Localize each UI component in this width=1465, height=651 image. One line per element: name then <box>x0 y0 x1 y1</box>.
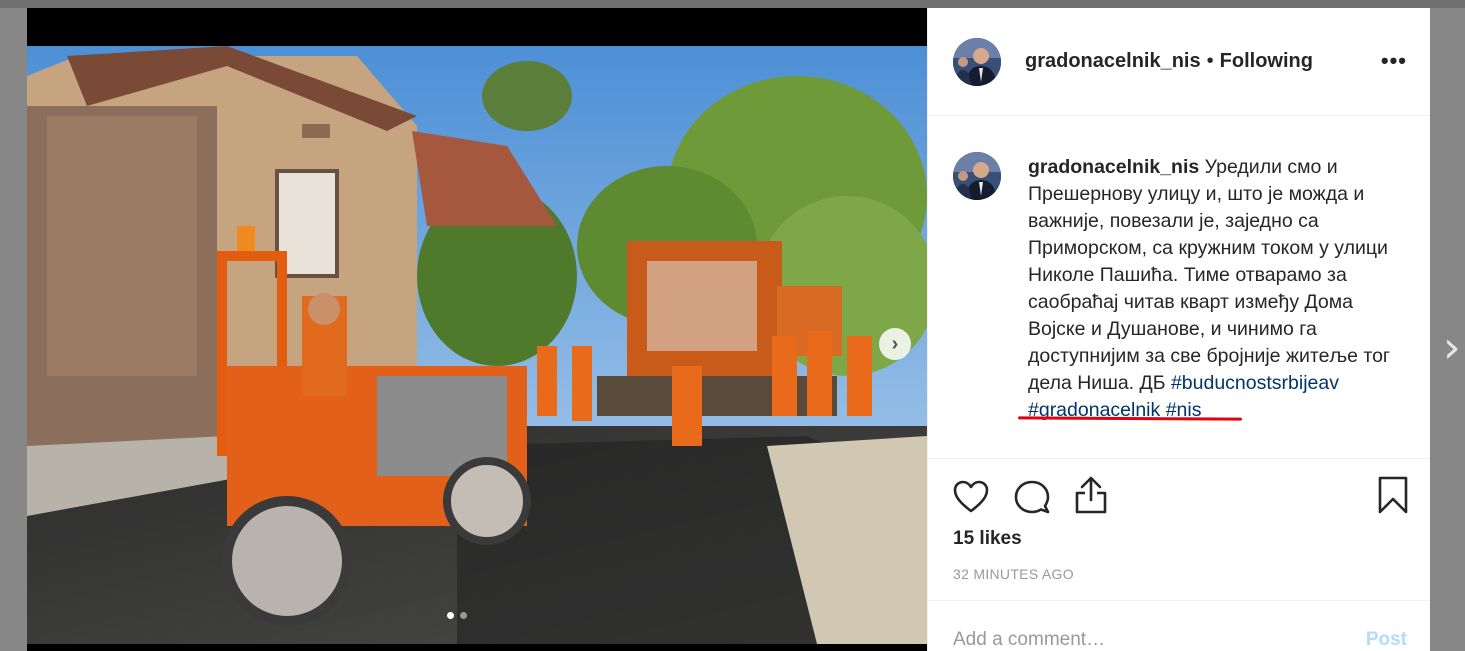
actions-divider <box>928 458 1430 459</box>
carousel-dot <box>460 612 467 619</box>
avatar-image <box>953 152 1001 200</box>
following-button[interactable]: Following <box>1220 50 1313 73</box>
chevron-right-icon: › <box>891 332 899 355</box>
post-side-panel: gradonacelnik_nis • Following ••• gradon… <box>927 8 1430 651</box>
comment-input[interactable] <box>953 629 1333 651</box>
carousel-dot-active <box>447 612 454 619</box>
caption-avatar[interactable] <box>953 152 1001 200</box>
next-post-arrow[interactable]: › <box>1443 322 1461 373</box>
caption-body: Уредили смо и Прешернову улицу и, што је… <box>1028 156 1391 394</box>
backdrop-strip <box>0 0 1465 8</box>
more-options-icon[interactable]: ••• <box>1381 48 1407 74</box>
post-header: gradonacelnik_nis • Following ••• <box>928 8 1430 116</box>
chevron-right-icon: › <box>1443 322 1461 373</box>
caption-username[interactable]: gradonacelnik_nis <box>1028 156 1199 178</box>
avatar-image <box>953 37 1001 86</box>
heart-icon[interactable] <box>953 480 989 514</box>
post-username[interactable]: gradonacelnik_nis <box>1025 50 1201 73</box>
share-icon[interactable] <box>1074 476 1108 514</box>
post-photo <box>27 46 927 644</box>
post-media[interactable]: › <box>27 8 927 651</box>
carousel-indicator <box>447 612 467 619</box>
caption-text: gradonacelnik_nis Уредили смо и Прешерно… <box>1028 154 1393 424</box>
post-timestamp[interactable]: 32 MINUTES AGO <box>953 566 1074 582</box>
comment-icon[interactable] <box>1014 480 1050 516</box>
media-next-button[interactable]: › <box>879 328 911 360</box>
post-caption: gradonacelnik_nis Уредили смо и Прешерно… <box>953 152 1413 424</box>
avatar[interactable] <box>953 37 1001 86</box>
bookmark-icon[interactable] <box>1377 476 1409 514</box>
hashtag-link[interactable]: #buducnostsrbijeav <box>1171 372 1339 394</box>
comment-bar: Post <box>928 600 1430 651</box>
separator-dot: • <box>1206 50 1214 72</box>
post-comment-button[interactable]: Post <box>1366 629 1407 651</box>
post-modal: › gradonacelnik_nis • Following ••• grad… <box>27 8 1430 651</box>
likes-count[interactable]: 15 likes <box>953 528 1022 550</box>
